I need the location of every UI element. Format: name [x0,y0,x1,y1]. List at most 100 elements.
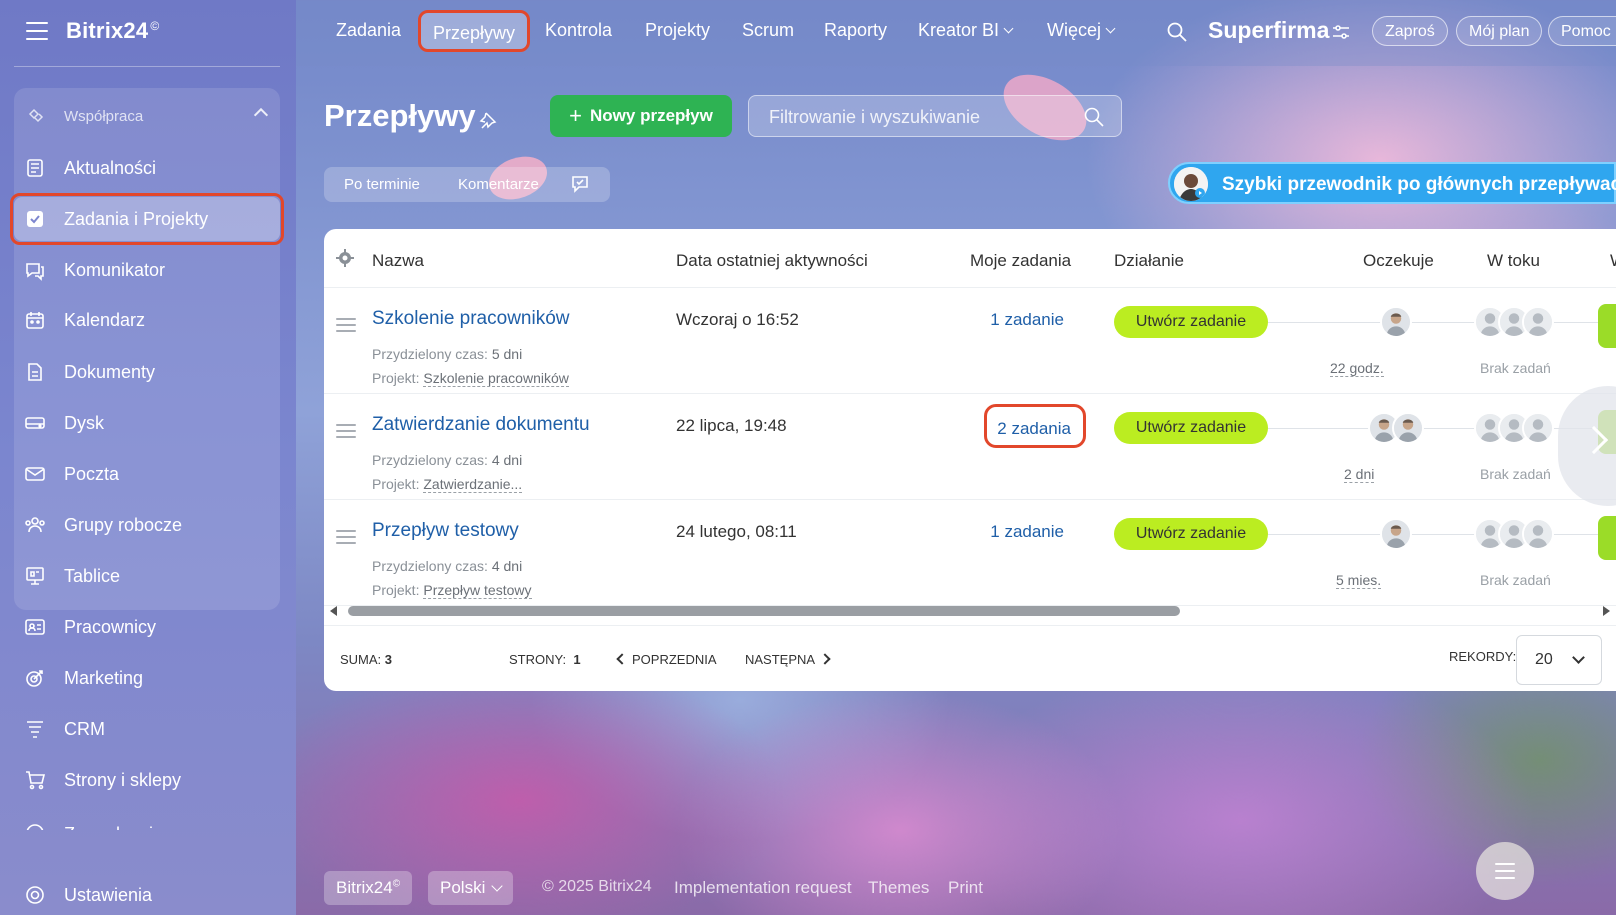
column-header-last-activity[interactable]: Data ostatniej aktywności [676,251,868,271]
sidebar-item-12[interactable]: CRM [14,707,280,751]
chevron-up-icon[interactable] [253,107,269,123]
chip-comments[interactable]: Komentarze [458,176,539,193]
gear-icon[interactable] [336,249,354,267]
flow-name-link[interactable]: Zatwierdzanie dokumentu [372,414,590,436]
create-task-button[interactable]: Utwórz zadanie [1114,518,1268,550]
sidebar-item-3[interactable]: Komunikator [14,248,280,292]
topnav-label: Więcej [1047,20,1102,40]
sidebar-item-label: Dysk [64,413,104,433]
sliders-icon[interactable] [1332,24,1350,40]
topnav-kreator-bi[interactable]: Kreator BI [918,20,1014,41]
menu-burger-icon[interactable] [26,22,48,40]
sidebar-item-4[interactable]: Kalendarz [14,298,280,342]
column-header-in-progress[interactable]: W toku [1487,251,1540,271]
scroll-left-icon[interactable] [330,606,337,616]
waiting-time[interactable]: 2 dni [1344,466,1375,483]
footer-brand-mark: © [392,878,401,890]
column-header-name[interactable]: Nazwa [372,251,424,271]
language-select[interactable]: Polski [428,871,514,905]
new-flow-button[interactable]: + Nowy przepływ [550,95,732,137]
group-icon [24,514,46,536]
my-plan-button[interactable]: Mój plan [1456,16,1543,46]
table-row[interactable]: Zatwierdzanie dokumentu Przydzielony czas… [324,394,1616,500]
sidebar-item-6[interactable]: Dysk [14,401,280,445]
topnav-scrum[interactable]: Scrum [742,20,794,41]
sidebar-item-1[interactable]: Aktualności [14,146,280,190]
chip-overdue[interactable]: Po terminie [344,176,420,193]
my-tasks-link[interactable]: 1 zadanie [924,522,1064,542]
topnav-zadania[interactable]: Zadania [336,20,401,41]
column-header-action[interactable]: Działanie [1114,251,1184,271]
topnav-przeplywy[interactable]: Przepływy [418,10,531,52]
avatar[interactable] [1392,412,1424,444]
next-page-button[interactable]: NASTĘPNA [745,652,831,667]
sidebar-item-14[interactable]: Zarządzanie ... [14,812,280,830]
create-task-button[interactable]: Utwórz zadanie [1114,412,1268,444]
drive-icon [24,412,46,434]
sidebar-item-10[interactable]: Pracownicy [14,605,280,649]
my-tasks-link[interactable]: 2 zadania [984,404,1086,448]
topnav-kontrola[interactable]: Kontrola [545,20,612,41]
sidebar-item-label: Ustawienia [64,885,153,905]
comments-check-icon[interactable] [570,173,592,195]
brand-logo[interactable]: Bitrix24 © [66,18,159,44]
horizontal-scrollbar[interactable] [324,603,1616,619]
sidebar-item-2[interactable]: Zadania i Projekty [10,193,284,245]
help-button[interactable]: Pomoc [1548,16,1616,46]
column-header-cut[interactable]: W [1610,251,1616,271]
company-name[interactable]: Superfirma [1208,17,1329,44]
themes-link[interactable]: Themes [868,878,929,898]
topnav-wiecej[interactable]: Więcej [1047,20,1116,41]
drag-handle-icon[interactable] [336,424,356,438]
list-menu-button[interactable] [1476,842,1534,900]
meta-value: 4 dni [491,558,523,574]
filter-search-input[interactable] [769,106,1069,128]
topnav-projekty[interactable]: Projekty [645,20,710,41]
inventory-icon [24,823,46,830]
waiting-time[interactable]: 22 godz. [1330,360,1384,377]
prev-page-button[interactable]: POPRZEDNIA [616,652,717,667]
flow-name-link[interactable]: Przepływ testowy [372,520,519,542]
chevron-right-icon [819,653,831,665]
footer-brand[interactable]: Bitrix24© [324,871,413,905]
sidebar-item-5[interactable]: Dokumenty [14,350,280,394]
implementation-request-link[interactable]: Implementation request [674,878,852,898]
avatar[interactable] [1380,306,1412,338]
avatar[interactable] [1380,518,1412,550]
column-header-waiting[interactable]: Oczekuje [1363,251,1434,271]
sidebar-item-13[interactable]: Strony i sklepy [14,758,280,802]
sidebar-group-label: Współpraca [64,108,144,125]
sidebar-item-11[interactable]: Marketing [14,656,280,700]
search-icon[interactable] [1166,21,1188,43]
table-row[interactable]: Przepływ testowy Przydzielony czas: 4 dni… [324,500,1616,606]
project-link[interactable]: Przepływ testowy [423,582,532,599]
sidebar-item-settings[interactable]: Ustawienia [14,873,280,915]
create-task-button[interactable]: Utwórz zadanie [1114,306,1268,338]
scrollbar-thumb[interactable] [348,606,1180,616]
flow-name-link[interactable]: Szkolenie pracowników [372,308,570,330]
search-icon[interactable] [1083,106,1105,128]
sidebar-item-9[interactable]: Tablice [14,554,280,598]
sidebar-item-7[interactable]: Poczta [14,452,280,496]
quick-guide-button[interactable]: Szybki przewodnik po głównych przepływac… [1168,162,1616,204]
my-tasks-link[interactable]: 1 zadanie [924,310,1064,330]
document-icon [24,361,46,383]
drag-handle-icon[interactable] [336,318,356,332]
sidebar-group-header[interactable]: Współpraca [14,98,280,134]
topnav-raporty[interactable]: Raporty [824,20,887,41]
project-link[interactable]: Zatwierdzanie... [423,476,523,493]
page-title: Przepływy [324,98,476,133]
sidebar-item-8[interactable]: Grupy robocze [14,503,280,547]
project-link[interactable]: Szkolenie pracowników [423,370,569,387]
records-per-page-select[interactable]: 20 [1516,635,1602,685]
last-activity-date: 24 lutego, 08:11 [676,522,797,541]
pin-icon[interactable] [478,110,498,130]
invite-button[interactable]: Zaproś [1372,16,1448,46]
column-header-my-tasks[interactable]: Moje zadania [970,251,1071,271]
waiting-time[interactable]: 5 mies. [1336,572,1382,589]
drag-handle-icon[interactable] [336,530,356,544]
scroll-right-icon[interactable] [1603,606,1610,616]
print-link[interactable]: Print [948,878,983,898]
next-column-bar [1598,516,1616,560]
table-row[interactable]: Szkolenie pracowników Przydzielony czas: … [324,288,1616,394]
